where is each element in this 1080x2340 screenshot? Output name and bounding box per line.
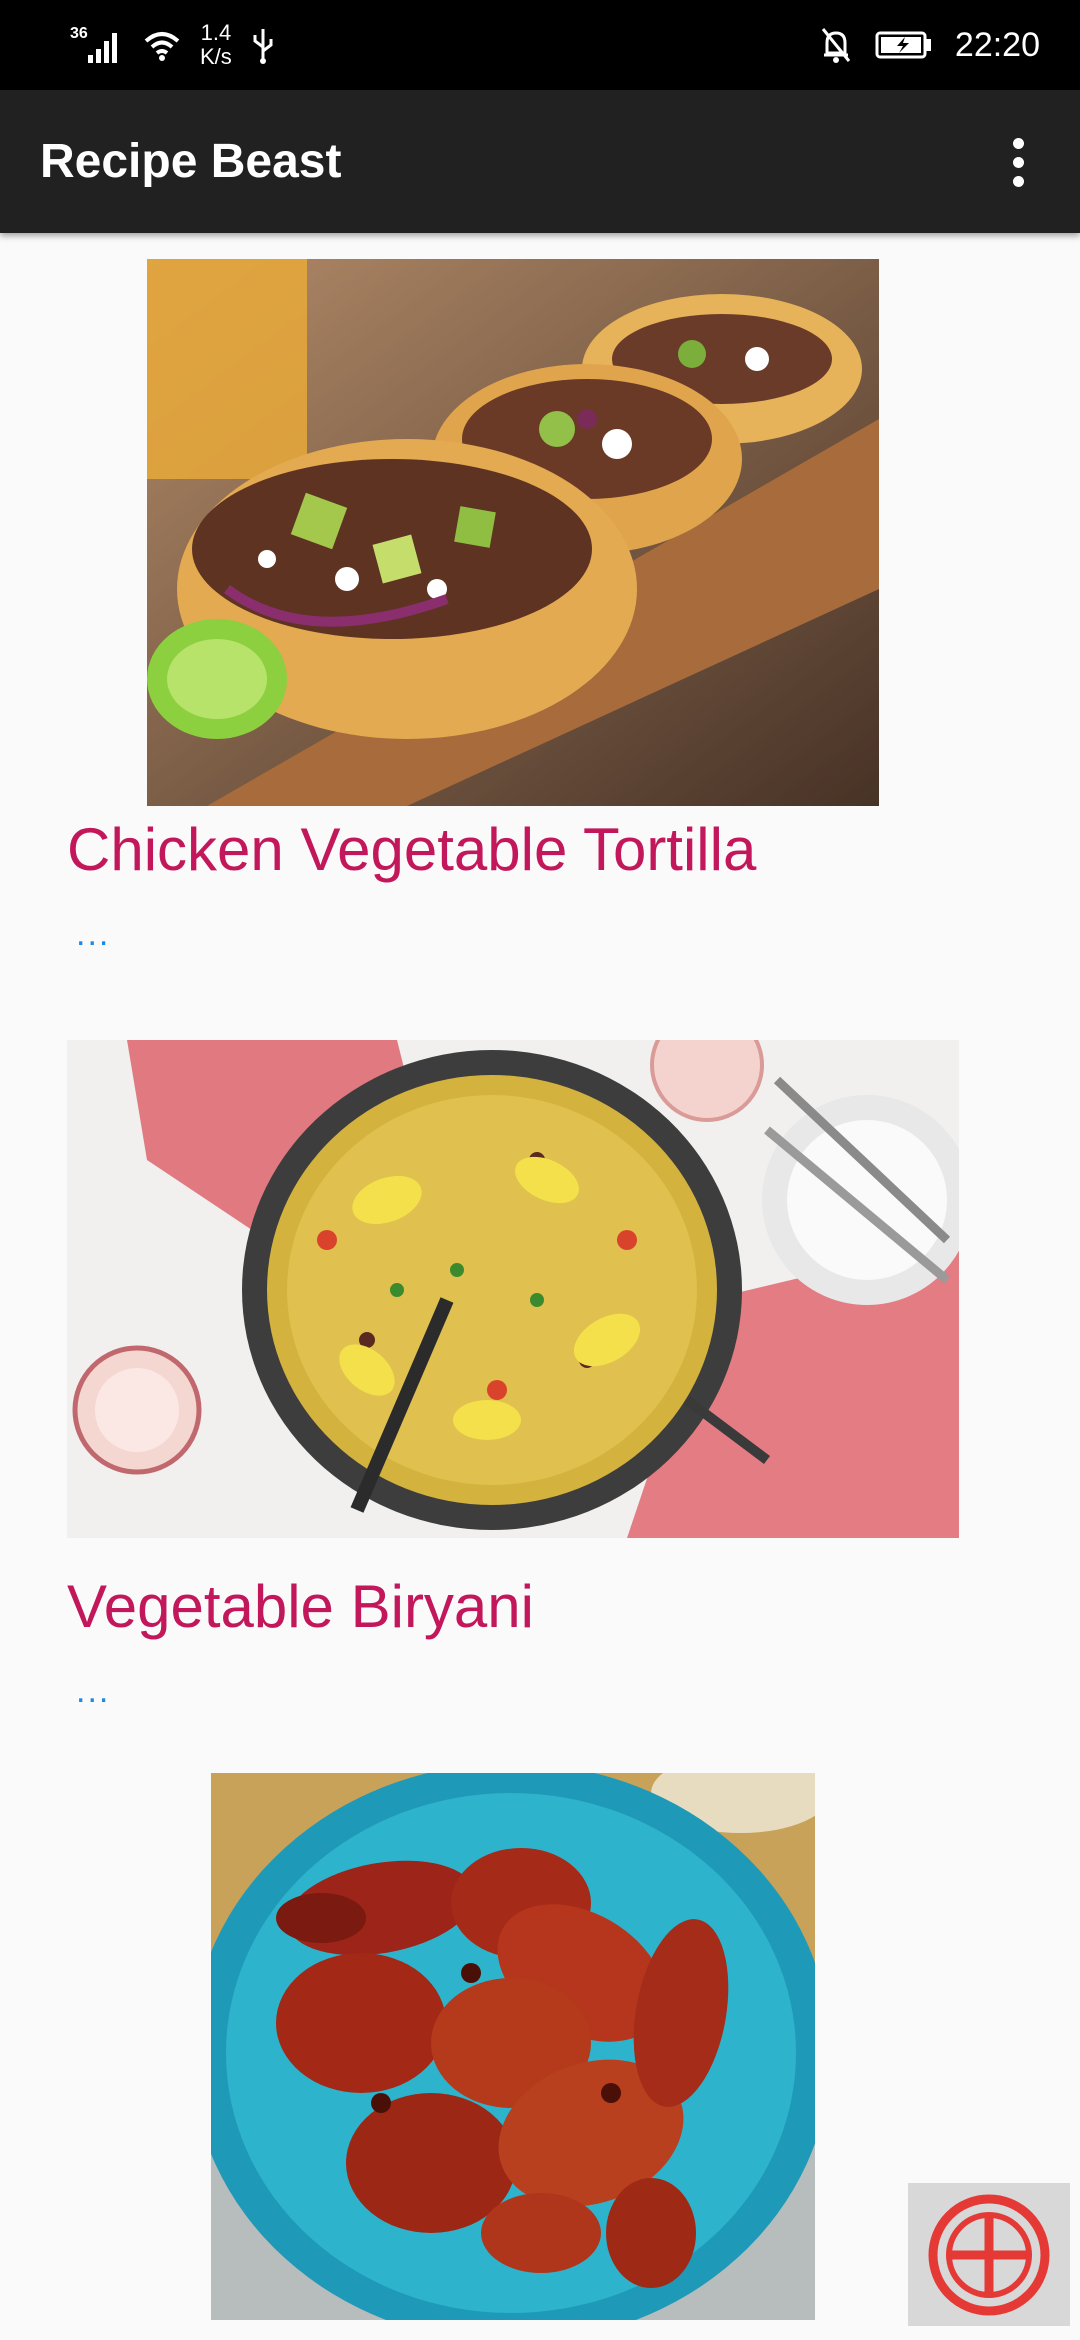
recipe-image-chicken[interactable]	[211, 1773, 815, 2320]
speed-value: 1.4	[200, 20, 232, 45]
wifi-icon	[142, 25, 182, 65]
clock: 22:20	[954, 25, 1040, 64]
recipe-title[interactable]: Chicken Vegetable Tortilla	[67, 815, 756, 884]
recipe-more-link[interactable]: ...	[76, 1672, 110, 1711]
usb-icon	[250, 25, 276, 65]
status-right-group: 22:20	[819, 0, 1040, 90]
menu-dot	[1012, 137, 1024, 149]
mute-notifications-icon	[819, 25, 853, 65]
add-circle-icon	[928, 2194, 1050, 2315]
network-speed: 1.4 K/s	[200, 21, 232, 69]
add-recipe-button[interactable]	[908, 2183, 1070, 2326]
recipe-title[interactable]: Vegetable Biryani	[67, 1572, 534, 1641]
menu-dot	[1012, 156, 1024, 168]
app-bar: Recipe Beast	[0, 90, 1080, 233]
app-title: Recipe Beast	[40, 135, 342, 188]
speed-unit: K/s	[200, 44, 232, 69]
battery-charging-icon	[875, 25, 933, 65]
more-vert-icon[interactable]	[986, 130, 1050, 194]
status-left-group: 36 1.4 K/s	[70, 0, 276, 90]
recipe-more-link[interactable]: ...	[76, 915, 110, 954]
recipe-image-biryani[interactable]	[67, 1040, 959, 1538]
status-bar: 36 1.4 K/s 22:20	[0, 0, 1080, 90]
recipe-image-tacos[interactable]	[147, 259, 879, 806]
menu-dot	[1012, 175, 1024, 187]
signal-icon: 36	[70, 25, 124, 65]
